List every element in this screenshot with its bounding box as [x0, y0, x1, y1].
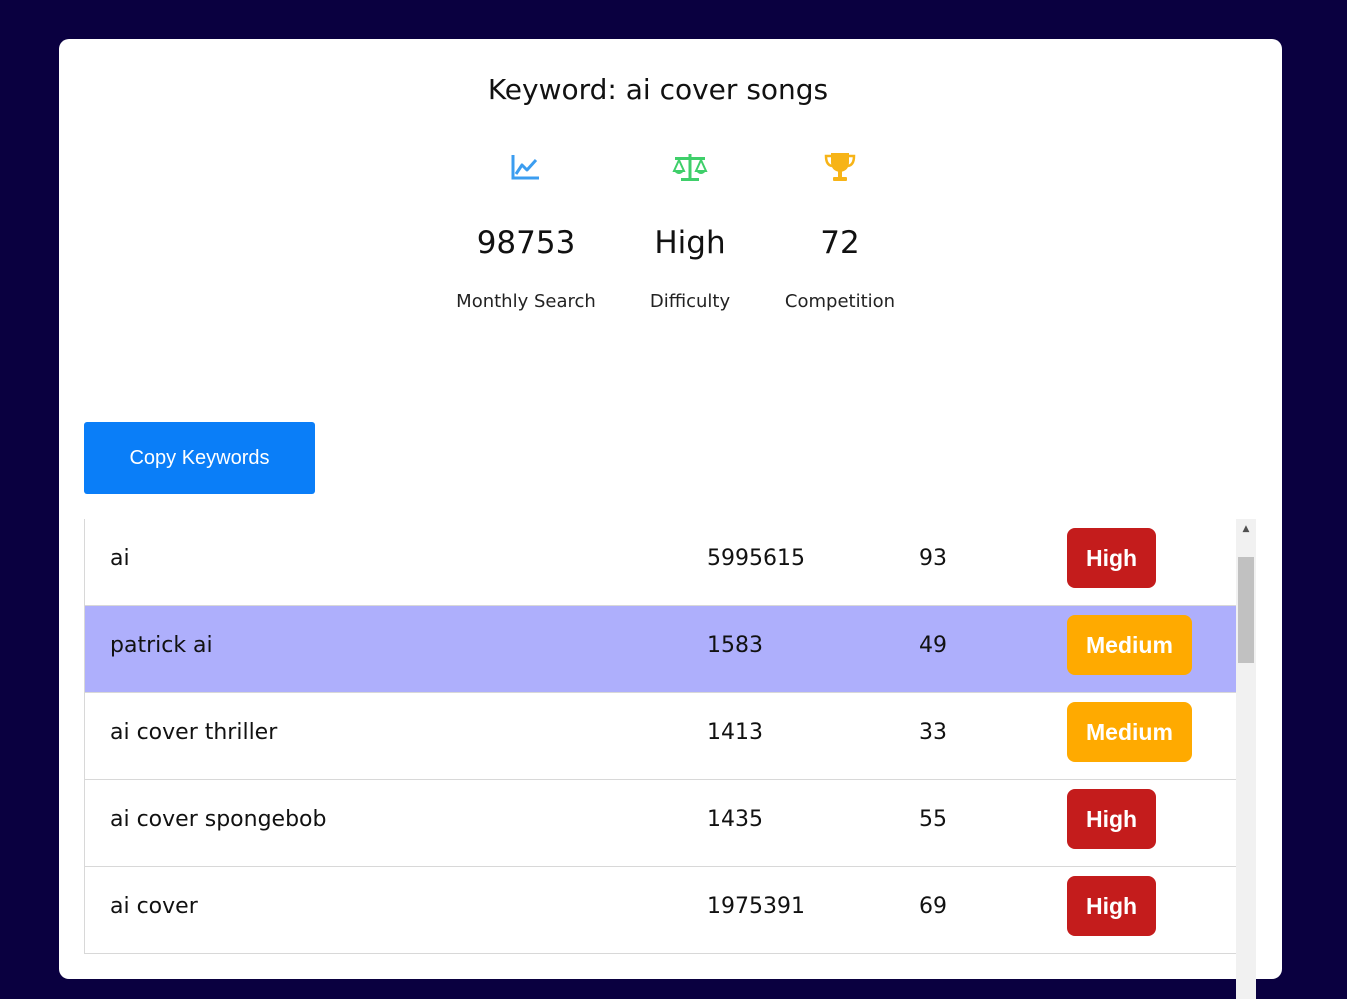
volume-cell: 5995615 — [707, 546, 805, 571]
table-row[interactable]: ai cover spongebob 1435 55 High — [85, 780, 1236, 867]
score-cell: 93 — [919, 546, 947, 571]
copy-keywords-button[interactable]: Copy Keywords — [84, 422, 315, 494]
volume-cell: 1975391 — [707, 894, 805, 919]
keyword-cell: ai — [110, 546, 130, 571]
difficulty-badge: High — [1067, 876, 1157, 936]
difficulty-badge: High — [1067, 789, 1157, 849]
volume-cell: 1413 — [707, 720, 763, 745]
score-cell: 33 — [919, 720, 947, 745]
keyword-cell: patrick ai — [110, 633, 213, 658]
keyword-cell: ai cover spongebob — [110, 807, 327, 832]
keyword-card: Keyword: ai cover songs 98753 Monthly Se… — [59, 39, 1282, 999]
volume-cell: 1583 — [707, 633, 763, 658]
keyword-table: ai 5995615 93 High patrick ai 1583 49 Me… — [84, 519, 1256, 999]
table-row[interactable]: ai cover thriller 1413 33 Medium — [85, 693, 1236, 780]
table-row[interactable]: patrick ai 1583 49 Medium — [85, 606, 1236, 693]
difficulty-badge: Medium — [1067, 702, 1192, 762]
monthly-search-value: 98753 — [476, 225, 576, 261]
stat-competition: 72 Competition — [750, 147, 930, 312]
table-scrollbar[interactable]: ▲ — [1236, 519, 1256, 999]
score-cell: 55 — [919, 807, 947, 832]
line-chart-icon — [436, 147, 616, 187]
difficulty-badge: Medium — [1067, 615, 1192, 675]
keyword-rows: ai 5995615 93 High patrick ai 1583 49 Me… — [84, 519, 1236, 954]
scrollbar-thumb[interactable] — [1238, 557, 1254, 663]
score-cell: 69 — [919, 894, 947, 919]
keyword-cell: ai cover thriller — [110, 720, 278, 745]
difficulty-badge: High — [1067, 528, 1157, 588]
table-row[interactable]: ai 5995615 93 High — [85, 519, 1236, 606]
keyword-cell: ai cover — [110, 894, 198, 919]
competition-label: Competition — [784, 291, 896, 312]
scroll-up-arrow-icon[interactable]: ▲ — [1236, 519, 1256, 539]
monthly-search-label: Monthly Search — [456, 291, 596, 312]
volume-cell: 1435 — [707, 807, 763, 832]
competition-value: 72 — [820, 225, 860, 261]
stat-monthly-search: 98753 Monthly Search — [436, 147, 616, 312]
page-title: Keyword: ai cover songs — [487, 73, 829, 106]
table-row[interactable]: ai cover 1975391 69 High — [85, 867, 1236, 954]
score-cell: 49 — [919, 633, 947, 658]
trophy-icon — [750, 147, 930, 187]
